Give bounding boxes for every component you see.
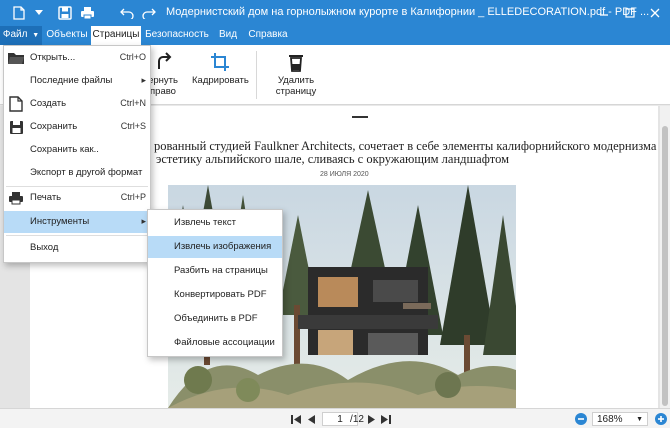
article-date: 28 ИЮЛЯ 2020: [320, 171, 369, 178]
submenu-item-extract-text[interactable]: Извлечь текст: [148, 212, 282, 234]
app-menu-icon[interactable]: [10, 4, 28, 22]
trash-icon: [268, 49, 324, 75]
menu-item-label: Инструменты: [30, 216, 90, 227]
delete-page-label-1: Удалить: [277, 75, 315, 86]
chevron-down-icon[interactable]: [30, 4, 48, 22]
zoom-in-icon[interactable]: [654, 412, 668, 426]
submenu-item-label: Файловые ассоциации: [174, 337, 275, 348]
tab-view[interactable]: Вид: [213, 26, 243, 45]
menu-item-save[interactable]: Сохранить Ctrl+S: [4, 116, 150, 138]
ribbon-tabs: Файл ▼ Объекты Страницы Безопасность Вид…: [0, 26, 670, 45]
zoom-value: 168%: [597, 413, 623, 425]
tab-pages[interactable]: Страницы: [91, 26, 141, 45]
save-icon: [7, 118, 25, 136]
menu-item-export[interactable]: Экспорт в другой формат: [4, 162, 150, 184]
menu-item-label: Создать: [30, 98, 67, 109]
menu-item-label: Экспорт в другой формат: [30, 167, 143, 178]
submenu-arrow-icon: ▸: [141, 216, 146, 226]
menu-item-save-as[interactable]: Сохранить как..: [4, 139, 150, 161]
heading-fragment: [352, 116, 368, 124]
tab-file-label: Файл: [2, 29, 28, 40]
undo-icon[interactable]: [118, 4, 136, 22]
redo-icon[interactable]: [140, 4, 158, 22]
minimize-icon[interactable]: [594, 3, 614, 23]
menu-item-label: Выход: [30, 242, 59, 253]
tab-security[interactable]: Безопасность: [144, 26, 210, 45]
close-icon[interactable]: [645, 3, 665, 23]
next-page-icon[interactable]: [366, 412, 378, 426]
menu-item-print[interactable]: Печать Ctrl+P: [4, 187, 150, 209]
menu-item-shortcut: Ctrl+N: [120, 98, 146, 108]
article-text-line-2: эстетику альпийского шале, сливаясь с ок…: [156, 152, 510, 166]
submenu-item-file-associations[interactable]: Файловые ассоциации: [148, 332, 282, 354]
tab-help[interactable]: Справка: [246, 26, 290, 45]
ribbon-separator: [256, 51, 257, 99]
submenu-item-split-pages[interactable]: Разбить на страницы: [148, 260, 282, 282]
prev-page-icon[interactable]: [305, 412, 317, 426]
maximize-icon[interactable]: [620, 3, 640, 23]
new-document-icon: [7, 95, 25, 113]
menu-item-shortcut: Ctrl+P: [120, 192, 146, 202]
menu-item-label: Печать: [30, 192, 62, 203]
menu-item-label: Открыть...: [30, 52, 76, 63]
print-icon[interactable]: [78, 4, 96, 22]
tab-objects[interactable]: Объекты: [44, 26, 90, 45]
save-icon[interactable]: [56, 4, 74, 22]
menu-item-open[interactable]: Открыть... Ctrl+O: [4, 47, 150, 69]
chevron-down-icon: ▼: [636, 415, 643, 423]
menu-item-create[interactable]: Создать Ctrl+N: [4, 93, 150, 115]
submenu-item-label: Извлечь текст: [174, 217, 236, 228]
file-menu: Открыть... Ctrl+O Последние файлы ▸ Созд…: [3, 45, 151, 263]
window-title: Модернистский дом на горнолыжном курорте…: [166, 6, 650, 18]
first-page-icon[interactable]: [290, 412, 302, 426]
last-page-icon[interactable]: [380, 412, 392, 426]
menu-item-label: Сохранить: [30, 121, 78, 132]
menu-item-tools[interactable]: Инструменты ▸: [4, 211, 150, 233]
delete-page-label-2: страницу: [275, 86, 317, 97]
tab-file[interactable]: Файл ▼: [0, 26, 42, 45]
scrollbar-thumb[interactable]: [662, 126, 668, 406]
page-total: /12: [350, 413, 364, 425]
submenu-arrow-icon: ▸: [141, 75, 146, 85]
menu-item-shortcut: Ctrl+S: [120, 121, 146, 131]
menu-separator: [6, 235, 148, 236]
submenu-item-label: Объединить в PDF: [174, 313, 258, 324]
title-bar: Модернистский дом на горнолыжном курорте…: [0, 0, 670, 26]
delete-page-button[interactable]: Удалить страницу: [268, 49, 324, 97]
submenu-item-merge-pdf[interactable]: Объединить в PDF: [148, 308, 282, 330]
submenu-item-extract-images[interactable]: Извлечь изображения: [148, 236, 282, 258]
zoom-out-icon[interactable]: [574, 412, 588, 426]
crop-label: Кадрировать: [192, 75, 249, 86]
zoom-select[interactable]: 168% ▼: [592, 412, 648, 426]
submenu-item-label: Извлечь изображения: [174, 241, 272, 252]
submenu-item-label: Конвертировать PDF: [174, 289, 267, 300]
menu-item-shortcut: Ctrl+O: [119, 52, 146, 62]
menu-item-recent-files[interactable]: Последние файлы ▸: [4, 70, 150, 92]
crop-button[interactable]: Кадрировать: [192, 49, 249, 86]
vertical-scrollbar[interactable]: [660, 106, 670, 408]
chevron-down-icon: ▼: [30, 32, 40, 39]
print-icon: [7, 189, 25, 207]
menu-item-exit[interactable]: Выход: [4, 237, 150, 259]
tools-submenu: Извлечь текст Извлечь изображения Разбит…: [147, 209, 283, 357]
crop-icon: [192, 49, 248, 75]
submenu-item-convert-pdf[interactable]: Конвертировать PDF: [148, 284, 282, 306]
submenu-item-label: Разбить на страницы: [174, 265, 268, 276]
menu-item-label: Последние файлы: [30, 75, 113, 86]
status-bar: 1 /12 168% ▼: [0, 408, 670, 428]
menu-item-label: Сохранить как..: [30, 144, 99, 155]
folder-open-icon: [7, 49, 25, 67]
